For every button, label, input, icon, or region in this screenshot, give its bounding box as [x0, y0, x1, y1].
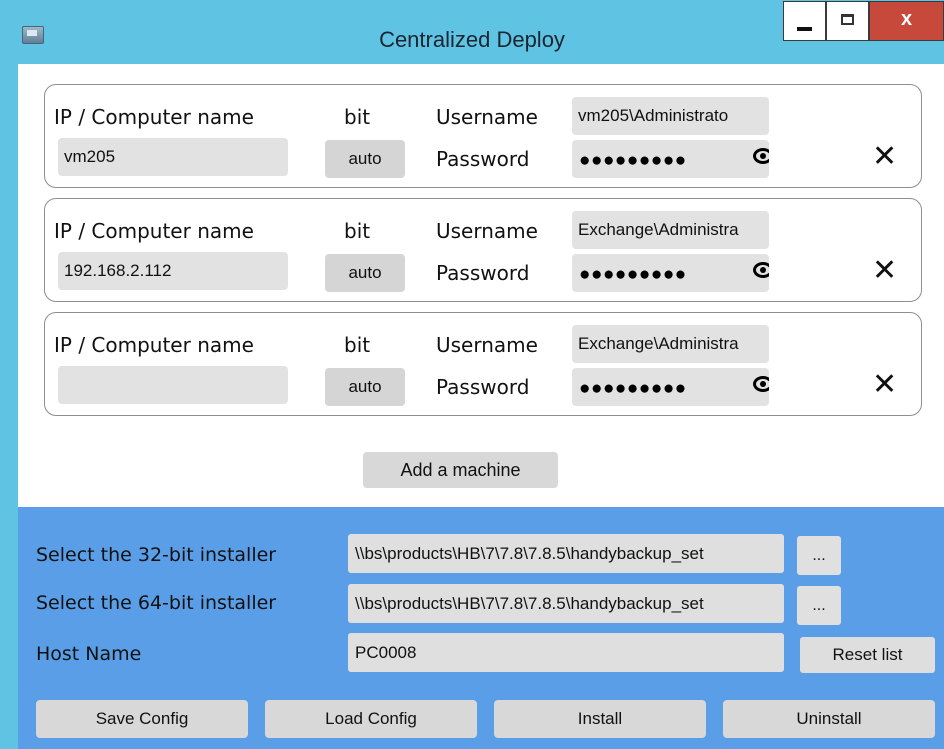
- password-label: Password: [436, 261, 530, 285]
- bit-label: bit: [344, 333, 371, 357]
- password-label: Password: [436, 147, 530, 171]
- host-name-label: Host Name: [36, 643, 142, 665]
- reset-list-button[interactable]: Reset list: [800, 637, 935, 673]
- eye-icon[interactable]: [753, 148, 769, 164]
- username-label: Username: [436, 219, 538, 243]
- save-config-button[interactable]: Save Config: [36, 700, 248, 738]
- bit-auto-button[interactable]: auto: [325, 140, 405, 178]
- installer-32-label: Select the 32-bit installer: [36, 544, 277, 566]
- bit-label: bit: [344, 219, 371, 243]
- machine-card-3: IP / Computer name bit auto Username Exc…: [44, 312, 922, 416]
- password-mask: ●●●●●●●●●: [579, 378, 687, 399]
- bit-auto-button[interactable]: auto: [325, 254, 405, 292]
- host-name-input[interactable]: PC0008: [348, 633, 784, 672]
- password-input[interactable]: ●●●●●●●●●: [572, 368, 769, 406]
- browse-32-button[interactable]: ...: [797, 536, 841, 575]
- eye-icon[interactable]: [753, 262, 769, 278]
- maximize-button[interactable]: [826, 1, 869, 41]
- ip-label: IP / Computer name: [54, 333, 254, 357]
- browse-64-button[interactable]: ...: [797, 586, 841, 625]
- bit-auto-button[interactable]: auto: [325, 368, 405, 406]
- ip-input[interactable]: vm205: [58, 138, 288, 176]
- machine-card-2: IP / Computer name 192.168.2.112 bit aut…: [44, 198, 922, 302]
- install-button[interactable]: Install: [494, 700, 706, 738]
- installer-64-path-input[interactable]: \\bs\products\HB\7\7.8\7.8.5\handybackup…: [348, 584, 784, 623]
- title-bar: Centralized Deploy x: [0, 0, 944, 64]
- eye-icon[interactable]: [753, 376, 769, 392]
- username-input[interactable]: Exchange\Administra: [572, 211, 769, 249]
- add-machine-button[interactable]: Add a machine: [363, 452, 558, 488]
- app-window: Centralized Deploy x IP / Computer name …: [0, 0, 944, 749]
- ip-label: IP / Computer name: [54, 219, 254, 243]
- remove-machine-icon[interactable]: ✕: [872, 139, 897, 174]
- password-label: Password: [436, 375, 530, 399]
- username-input[interactable]: vm205\Administrato: [572, 97, 769, 135]
- installer-64-label: Select the 64-bit installer: [36, 592, 277, 614]
- minimize-button[interactable]: [783, 1, 826, 41]
- uninstall-button[interactable]: Uninstall: [723, 700, 935, 738]
- username-input[interactable]: Exchange\Administra: [572, 325, 769, 363]
- password-input[interactable]: ●●●●●●●●●: [572, 140, 769, 178]
- machine-card-1: IP / Computer name vm205 bit auto Userna…: [44, 84, 922, 188]
- password-mask: ●●●●●●●●●: [579, 150, 687, 171]
- ip-input[interactable]: [58, 366, 288, 404]
- load-config-button[interactable]: Load Config: [265, 700, 477, 738]
- close-window-button[interactable]: x: [869, 1, 944, 41]
- password-mask: ●●●●●●●●●: [579, 264, 687, 285]
- installer-32-path-input[interactable]: \\bs\products\HB\7\7.8\7.8.5\handybackup…: [348, 534, 784, 573]
- remove-machine-icon[interactable]: ✕: [872, 367, 897, 402]
- bit-label: bit: [344, 105, 371, 129]
- username-label: Username: [436, 333, 538, 357]
- ip-label: IP / Computer name: [54, 105, 254, 129]
- ip-input[interactable]: 192.168.2.112: [58, 252, 288, 290]
- remove-machine-icon[interactable]: ✕: [872, 253, 897, 288]
- username-label: Username: [436, 105, 538, 129]
- password-input[interactable]: ●●●●●●●●●: [572, 254, 769, 292]
